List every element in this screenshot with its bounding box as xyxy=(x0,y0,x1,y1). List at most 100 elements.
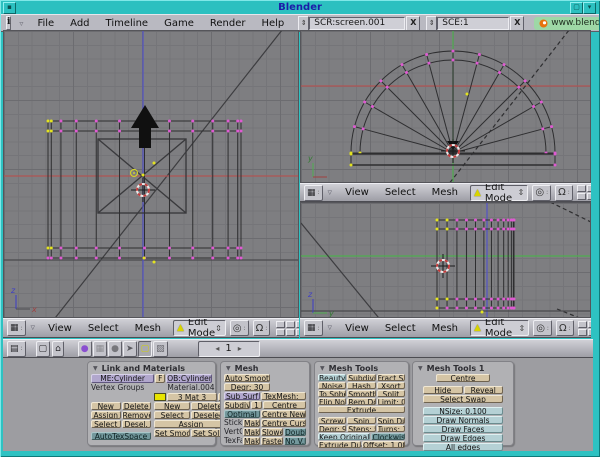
subdivide-button[interactable]: Subdivide xyxy=(347,374,375,381)
degr-field[interactable]: Degr: 30 xyxy=(224,383,270,391)
scene-name-field[interactable]: SCE:1 xyxy=(437,17,509,30)
panel-header[interactable]: ▼ Link and Materials xyxy=(88,362,215,373)
vertcol-make-button[interactable]: Make xyxy=(243,428,260,436)
shade-button[interactable]: ▾ xyxy=(583,2,596,14)
pivot-button[interactable]: Ω: xyxy=(253,320,271,336)
viewport-type-icon[interactable]: ▦: xyxy=(7,320,26,336)
frame-prev-icon[interactable]: ◂ xyxy=(215,344,219,353)
material-select-button[interactable]: Select xyxy=(154,411,190,419)
viewport-side[interactable]: zy xyxy=(300,202,591,318)
screen-browse-icon[interactable]: ⇕ xyxy=(298,16,309,31)
material-index-field[interactable]: 3 Mat 3 xyxy=(167,393,217,401)
view-all-button[interactable]: ▢ xyxy=(36,341,51,357)
buttons-window-type-icon[interactable]: ▤: xyxy=(7,341,26,357)
mode-dropdown[interactable]: ▲ Edit Mode ⇕ xyxy=(470,185,528,201)
centre-new-button[interactable]: Centre New xyxy=(261,410,306,418)
material-assign-button[interactable]: Assign xyxy=(154,420,228,428)
texface-make-button[interactable]: Make xyxy=(243,437,260,445)
header-collapse-icon[interactable]: ▿ xyxy=(31,323,36,333)
scene-browse-icon[interactable]: ⇕ xyxy=(426,16,437,31)
extrude-dup-button[interactable]: Extrude Dup xyxy=(318,441,361,448)
rem-doubles-button[interactable]: Rem Doub xyxy=(347,398,375,405)
mesh-menu[interactable]: Mesh xyxy=(127,323,169,334)
mesh-menu[interactable]: Mesh xyxy=(424,323,466,334)
draw-edges-toggle[interactable]: Draw Edges xyxy=(423,434,503,442)
vgroup-delete-button[interactable]: Delete xyxy=(122,402,152,410)
mode-dropdown[interactable]: ▲ Edit Mode ⇕ xyxy=(470,320,529,336)
script-context-button[interactable]: ▦ xyxy=(93,341,108,357)
centre-button[interactable]: Centre xyxy=(263,401,306,409)
material-new-button[interactable]: New xyxy=(154,402,190,410)
material-color-swatch[interactable] xyxy=(154,393,166,401)
drawtype-button[interactable]: ◎: xyxy=(230,320,249,336)
reveal-button[interactable]: Reveal xyxy=(464,386,504,394)
draw-normals-toggle[interactable]: Draw Normals xyxy=(423,416,503,424)
faster-draw-button[interactable]: FasterDraw xyxy=(261,437,283,445)
flip-normals-button[interactable]: Flip Norm xyxy=(318,398,346,405)
auto-smooth-toggle[interactable]: Auto Smooth xyxy=(224,374,270,382)
offset-field[interactable]: Offset: 1.000 xyxy=(362,441,405,448)
autotexspace-toggle[interactable]: AutoTexSpace xyxy=(91,432,151,440)
split-button[interactable]: Split xyxy=(377,390,405,397)
mode-dropdown[interactable]: ▲ Edit Mode ⇕ xyxy=(173,320,226,336)
set-smooth-button[interactable]: Set Smoo xyxy=(154,429,190,437)
extrude-button[interactable]: Extrude xyxy=(318,406,405,413)
centre-button[interactable]: Centre xyxy=(436,374,490,382)
menu-file[interactable]: File xyxy=(29,18,62,29)
panel-header[interactable]: ▼ Mesh Tools 1 xyxy=(413,362,513,373)
window-menu-button[interactable]: ▪ xyxy=(3,2,16,14)
render-subdiv-field[interactable]: 1 xyxy=(251,401,262,409)
vgroup-new-button[interactable]: New xyxy=(91,402,121,410)
beauty-toggle[interactable]: Beauty xyxy=(318,374,346,381)
hide-button[interactable]: Hide xyxy=(423,386,463,394)
texmesh-field[interactable]: TexMesh: xyxy=(261,392,306,400)
pivot-button[interactable]: Ω: xyxy=(555,185,573,201)
view-menu[interactable]: View xyxy=(337,187,377,198)
spin-button[interactable]: Spin xyxy=(347,417,375,424)
to-sphere-button[interactable]: To Sphere xyxy=(318,390,346,397)
vgroup-deselect-button[interactable]: Desel. xyxy=(122,420,152,428)
logic-context-button[interactable]: ● xyxy=(78,341,92,357)
subsurf-toggle[interactable]: Sub Surf xyxy=(224,392,260,400)
menu-game[interactable]: Game xyxy=(156,18,202,29)
home-button[interactable]: ⌂ xyxy=(52,341,64,357)
keep-original-toggle[interactable]: Keep Original xyxy=(318,433,370,440)
screen-delete-button[interactable]: X xyxy=(406,16,420,31)
layer-buttons[interactable] xyxy=(577,185,591,200)
vgroup-assign-button[interactable]: Assign xyxy=(91,411,121,419)
select-swap-button[interactable]: Select Swap xyxy=(423,395,503,403)
double-sided-toggle[interactable]: Double Sided xyxy=(284,428,306,436)
pivot-button[interactable]: Ω: xyxy=(556,320,574,336)
spin-dup-button[interactable]: Spin Dup xyxy=(377,417,405,424)
title-bar[interactable]: Blender ▪ ▢ ▾ xyxy=(1,1,599,14)
window-type-icon[interactable]: i xyxy=(6,16,11,30)
limit-field[interactable]: Limit: 0.001 xyxy=(377,398,405,405)
sticky-make-button[interactable]: Make xyxy=(243,419,260,427)
fract-sub-button[interactable]: Fract Sub xyxy=(377,374,405,381)
vgroup-select-button[interactable]: Select xyxy=(91,420,121,428)
centre-cursor-button[interactable]: Centre Cursor xyxy=(261,419,306,427)
collapse-menu-icon[interactable]: ▿ xyxy=(19,19,23,28)
viewport-front[interactable]: zx xyxy=(3,30,299,318)
frame-next-icon[interactable]: ▸ xyxy=(238,344,242,353)
viewport-type-icon[interactable]: ▦: xyxy=(304,185,323,201)
screw-button[interactable]: Screw xyxy=(318,417,346,424)
object-context-button[interactable]: ➤ xyxy=(123,341,137,357)
cylinder-mesh[interactable] xyxy=(436,219,516,310)
editing-context-button[interactable]: ▢ xyxy=(138,341,153,357)
smooth-button[interactable]: Smooth xyxy=(347,390,375,397)
slower-draw-button[interactable]: SlowerDraw xyxy=(261,428,283,436)
menu-timeline[interactable]: Timeline xyxy=(98,18,157,29)
hash-button[interactable]: Hash xyxy=(347,382,375,389)
optimal-toggle[interactable]: Optimal xyxy=(224,410,260,418)
nsize-field[interactable]: NSize: 0.100 xyxy=(423,407,503,415)
scene-delete-button[interactable]: X xyxy=(510,16,524,31)
screen-name-field[interactable]: SCR:screen.001 xyxy=(309,17,405,30)
shading-context-button[interactable]: ● xyxy=(108,341,122,357)
layer-buttons[interactable] xyxy=(276,321,299,336)
vgroup-remove-button[interactable]: Remove xyxy=(122,411,152,419)
noise-button[interactable]: Noise xyxy=(318,382,346,389)
turns-field[interactable]: Turns: 1 xyxy=(377,425,405,432)
draw-faces-toggle[interactable]: Draw Faces xyxy=(423,425,503,433)
drawtype-button[interactable]: ◎: xyxy=(532,185,551,201)
